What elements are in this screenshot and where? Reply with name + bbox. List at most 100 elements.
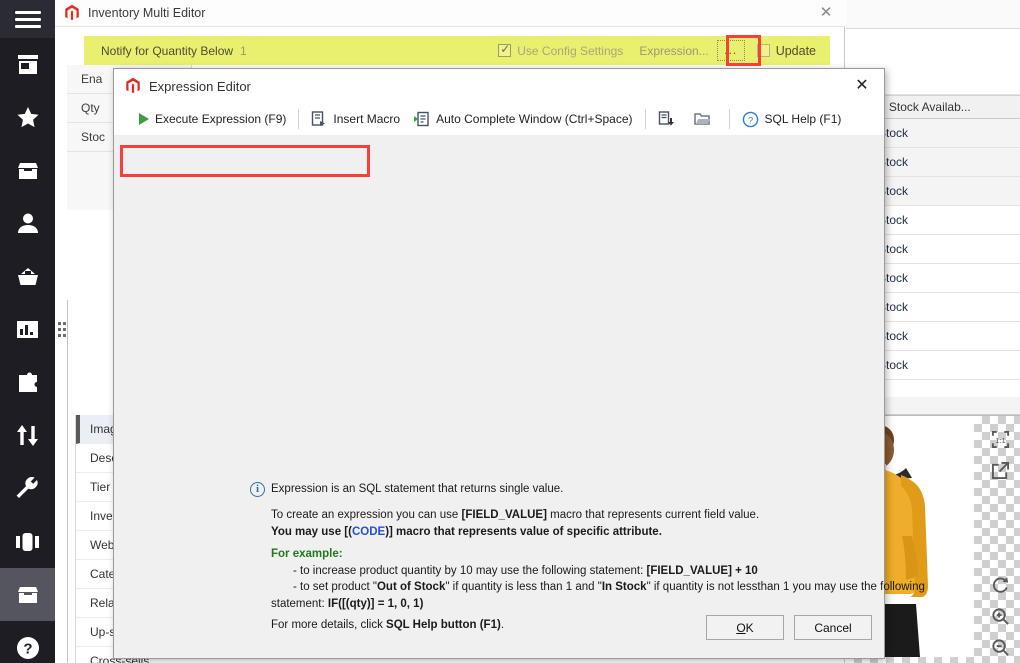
- expression-link[interactable]: Expression...: [639, 44, 708, 58]
- use-config-settings-label: Use Config Settings: [517, 44, 623, 58]
- panel-splitter: [67, 300, 68, 663]
- sidebar-item-dashboard[interactable]: [0, 38, 55, 91]
- help-ex2-a: - to set product ": [293, 581, 377, 593]
- help-examples: For example: - to increase product quant…: [271, 546, 925, 613]
- sales-box-icon: [16, 161, 40, 181]
- sidebar-item-inventory[interactable]: [0, 568, 55, 621]
- sidebar-item-help[interactable]: ?: [0, 621, 55, 663]
- insert-macro-icon: [311, 111, 327, 127]
- help-ex2-out-of-stock: Out of Stock: [377, 581, 445, 593]
- auto-complete-label: Auto Complete Window (Ctrl+Space): [436, 112, 632, 126]
- update-label: Update: [776, 44, 830, 58]
- notify-label: Notify for Quantity Below: [84, 44, 234, 58]
- sidebar-item-catalog[interactable]: [0, 250, 55, 303]
- help-ex2-c: " if quantity is not lessthan 1 you may …: [647, 581, 925, 593]
- help-more-a: For more details, click: [271, 619, 386, 631]
- help-example-1: - to increase product quantity by 10 may…: [271, 563, 925, 580]
- help-ex1-b: [FIELD_VALUE] + 10: [647, 565, 758, 577]
- play-icon: [139, 113, 149, 125]
- help-p2-a: To create an expression you can use: [271, 509, 462, 521]
- storefront-icon: [16, 54, 40, 76]
- sidebar-item-content[interactable]: [0, 515, 55, 568]
- sidebar-item-extensions[interactable]: [0, 356, 55, 409]
- column-header-label: Stock Availab...: [889, 100, 971, 114]
- help-p2-b: macro that represents current field valu…: [547, 509, 759, 521]
- magento-logo-icon: [63, 4, 81, 22]
- help-ex1-a: - to increase product quantity by 10 may…: [293, 565, 647, 577]
- star-icon: [16, 106, 40, 129]
- cancel-button[interactable]: Cancel: [794, 615, 872, 640]
- open-expression-button[interactable]: [687, 106, 724, 132]
- sql-help-button[interactable]: ? SQL Help (F1): [735, 106, 849, 132]
- archive-box-icon: [16, 585, 40, 605]
- help-example-2: - to set product "Out of Stock" if quant…: [271, 579, 925, 596]
- sidebar-item-tools[interactable]: [0, 462, 55, 515]
- help-more-sql-help: SQL Help button (F1): [386, 619, 501, 631]
- help-more-details: For more details, click SQL Help button …: [271, 617, 504, 634]
- fit-to-frame-icon[interactable]: 1:1: [991, 430, 1010, 449]
- toolbar-separator: [298, 109, 299, 129]
- sidebar-item-reports[interactable]: [0, 303, 55, 356]
- help-field-value-macro: [FIELD_VALUE]: [462, 509, 547, 521]
- wrench-icon: [15, 477, 40, 500]
- sidebar-item-customers[interactable]: [0, 197, 55, 250]
- help-p3-a: You may use [(: [271, 526, 352, 538]
- ok-button-rest: K: [746, 621, 754, 635]
- auto-complete-icon: [414, 111, 430, 127]
- toolbar-separator: [729, 109, 730, 129]
- insert-macro-label: Insert Macro: [333, 112, 400, 126]
- execute-expression-label: Execute Expression (F9): [155, 112, 286, 126]
- help-ex2-b: " if quantity is less than 1 and ": [445, 581, 601, 593]
- ok-button[interactable]: OK: [706, 615, 784, 640]
- help-ex2-in-stock: In Stock: [602, 581, 647, 593]
- sidebar-item-favorites[interactable]: [0, 91, 55, 144]
- puzzle-icon: [16, 372, 40, 394]
- svg-text:?: ?: [23, 640, 32, 657]
- hamburger-menu-icon[interactable]: [0, 0, 55, 38]
- help-more-c: .: [501, 619, 504, 631]
- ellipsis-button[interactable]: ...: [717, 40, 745, 61]
- sql-help-label: SQL Help (F1): [765, 112, 842, 126]
- rotate-icon[interactable]: [991, 576, 1010, 595]
- use-config-settings-checkbox[interactable]: [498, 44, 511, 57]
- zoom-out-icon[interactable]: [991, 638, 1010, 657]
- app-title: Inventory Multi Editor: [88, 6, 205, 20]
- execute-expression-button[interactable]: Execute Expression (F9): [132, 106, 293, 132]
- user-icon: [17, 212, 39, 235]
- basket-icon: [16, 267, 40, 287]
- right-panel-toolbar: [846, 0, 1020, 29]
- notify-value-input[interactable]: 1: [234, 44, 498, 58]
- toolbar-separator: [645, 109, 646, 129]
- svg-text:1:1: 1:1: [995, 436, 1006, 445]
- help-code-macro: CODE: [352, 526, 385, 538]
- dialog-close-button[interactable]: ✕: [852, 76, 872, 96]
- save-expression-button[interactable]: [651, 106, 687, 132]
- help-line-1: Expression is an SQL statement that retu…: [271, 481, 563, 498]
- svg-text:?: ?: [747, 115, 752, 126]
- notify-for-quantity-row: Notify for Quantity Below 1 Use Config S…: [84, 36, 830, 65]
- save-to-file-icon: [658, 111, 674, 127]
- dialog-titlebar: Expression Editor ✕: [114, 69, 884, 103]
- ok-button-mnemonic: O: [736, 621, 745, 635]
- app-close-button[interactable]: ✕: [817, 4, 835, 22]
- zoom-in-icon[interactable]: [991, 607, 1010, 626]
- help-for-example-label: For example:: [271, 548, 343, 560]
- help-paragraph-2: To create an expression you can use [FIE…: [271, 507, 759, 540]
- content-blocks-icon: [15, 532, 40, 552]
- insert-macro-button[interactable]: Insert Macro: [304, 106, 407, 132]
- question-circle-icon: ?: [742, 111, 759, 128]
- hamburger-bars: [15, 7, 41, 32]
- open-external-icon[interactable]: [991, 461, 1010, 480]
- dialog-toolbar: Execute Expression (F9) Insert Macro: [114, 103, 884, 135]
- sidebar-item-sales[interactable]: [0, 144, 55, 197]
- help-ex2-statement: IF([(qty)] = 1, 0, 1): [328, 598, 424, 610]
- dialog-title: Expression Editor: [149, 79, 251, 94]
- sidebar-item-import-export[interactable]: [0, 409, 55, 462]
- auto-complete-window-button[interactable]: Auto Complete Window (Ctrl+Space): [407, 106, 639, 132]
- help-example-2-cont: statement: IF([(qty)] = 1, 0, 1): [271, 598, 423, 610]
- screen-root: ? Inventory Multi Editor ✕: [0, 0, 1020, 663]
- info-icon: i: [250, 482, 265, 497]
- update-checkbox[interactable]: [757, 44, 770, 57]
- left-sidebar: ?: [0, 0, 55, 663]
- magento-logo-icon: [124, 77, 142, 95]
